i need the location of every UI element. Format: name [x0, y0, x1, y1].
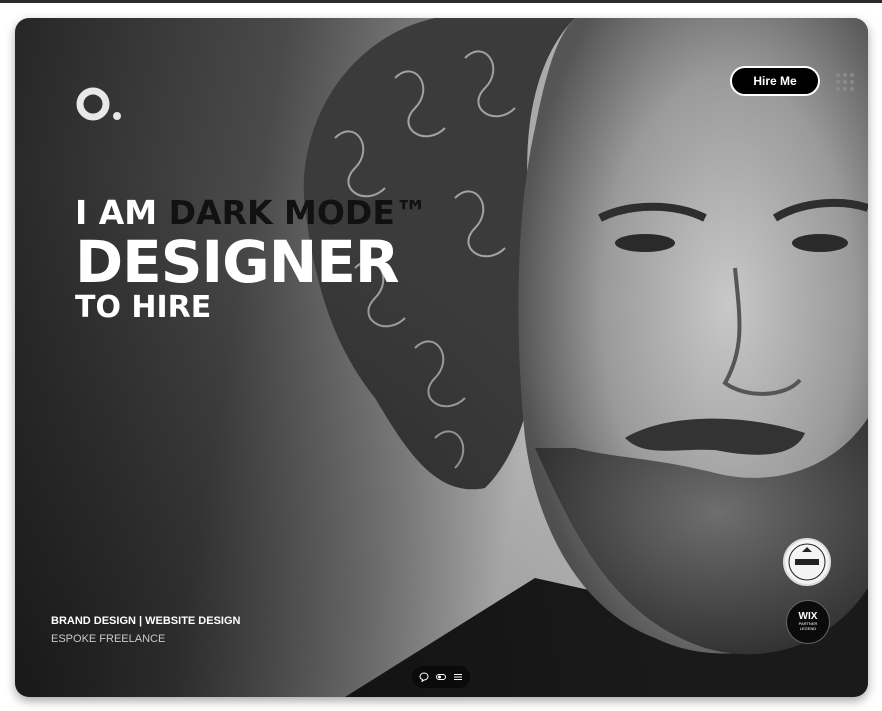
- headline-line-1: I AM DARK MODE™: [75, 196, 428, 229]
- grid-menu-icon[interactable]: [835, 72, 855, 92]
- hire-me-button[interactable]: Hire Me: [730, 66, 820, 96]
- hero-card: Hire Me I AM DARK MODE™ DESIGNER TO HIRE…: [15, 18, 868, 697]
- logo-icon[interactable]: [75, 86, 125, 122]
- subtitle-text: ESPOKE FREELANCE: [51, 633, 166, 645]
- portrait-image: [303, 18, 868, 697]
- headline-prefix: I AM: [75, 193, 169, 232]
- headline-highlight: DARK MODE™: [168, 193, 428, 232]
- award-seal-icon: [788, 543, 826, 581]
- browser-top-edge: [0, 0, 882, 3]
- theme-toggle-icon[interactable]: [436, 672, 446, 682]
- awwwards-badge[interactable]: [783, 538, 831, 586]
- headline-line-3: TO HIRE: [75, 290, 212, 325]
- wix-badge-sub2: LEGEND: [799, 626, 817, 631]
- wix-partner-badge[interactable]: WIX PARTNER LEGEND: [786, 600, 830, 644]
- headline-line-2: DESIGNER: [75, 228, 400, 296]
- hamburger-menu-icon[interactable]: [453, 672, 463, 682]
- chat-icon[interactable]: [419, 672, 429, 682]
- bottom-toolbar: [412, 666, 470, 688]
- services-text: BRAND DESIGN | WEBSITE DESIGN: [51, 615, 241, 627]
- hero-headline: I AM DARK MODE™ DESIGNER TO HIRE: [75, 196, 428, 323]
